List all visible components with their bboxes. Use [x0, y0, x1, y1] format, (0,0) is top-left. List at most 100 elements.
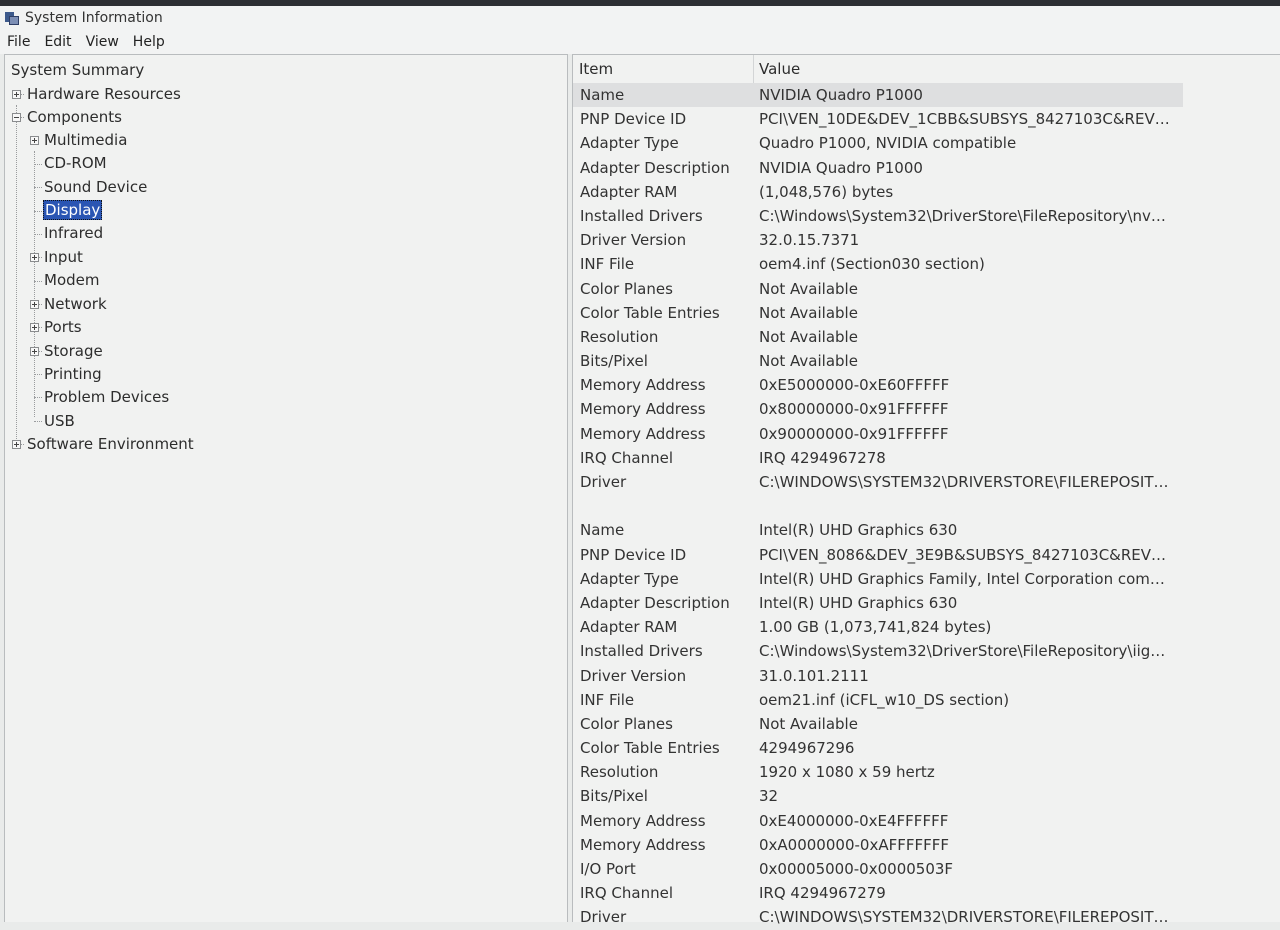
table-row[interactable]: Color Planes Not Available: [573, 712, 1280, 736]
row-item: Memory Address: [580, 400, 706, 419]
expand-plus-icon[interactable]: [12, 440, 21, 449]
row-value: 32: [759, 787, 779, 806]
table-row[interactable]: Driver C:\WINDOWS\SYSTEM32\DRIVERSTORE\FI…: [573, 905, 1280, 929]
row-item: Driver: [580, 908, 627, 927]
table-row[interactable]: Adapter Type Quadro P1000, NVIDIA compati…: [573, 131, 1280, 155]
expand-plus-icon[interactable]: [30, 300, 39, 309]
table-row[interactable]: Driver Version 32.0.15.7371: [573, 228, 1280, 252]
menu-edit[interactable]: Edit: [37, 34, 78, 50]
row-item: IRQ Channel: [580, 448, 674, 467]
tree-item-components[interactable]: Components: [26, 106, 123, 128]
table-row[interactable]: Adapter RAM 1.00 GB (1,073,741,824 bytes): [573, 615, 1280, 639]
menu-bar: File Edit View Help: [0, 30, 1280, 54]
row-value: 0xA0000000-0xAFFFFFFF: [759, 835, 949, 854]
table-row[interactable]: PNP Device ID PCI\VEN_10DE&DEV_1CBB&SUBSY…: [573, 107, 1280, 131]
table-row[interactable]: Installed Drivers C:\Windows\System32\Dri…: [573, 204, 1280, 228]
tree-item-problem-devices[interactable]: Problem Devices: [43, 386, 170, 408]
row-value: Intel(R) UHD Graphics 630: [759, 593, 958, 612]
row-value: 4294967296: [759, 739, 855, 758]
table-row[interactable]: IRQ Channel IRQ 4294967278: [573, 446, 1280, 470]
table-row[interactable]: Memory Address 0xE5000000-0xE60FFFFF: [573, 373, 1280, 397]
table-row[interactable]: Memory Address 0xE4000000-0xE4FFFFFF: [573, 809, 1280, 833]
row-item: Color Planes: [580, 714, 673, 733]
table-row[interactable]: Adapter RAM (1,048,576) bytes: [573, 180, 1280, 204]
tree-connector: [34, 187, 42, 188]
table-row[interactable]: Resolution Not Available: [573, 325, 1280, 349]
table-row[interactable]: Driver C:\WINDOWS\SYSTEM32\DRIVERSTORE\FI…: [573, 470, 1280, 494]
row-value: (1,048,576) bytes: [759, 182, 894, 201]
menu-file[interactable]: File: [0, 34, 37, 50]
column-header-value[interactable]: Value: [753, 55, 1183, 83]
table-row[interactable]: Installed Drivers C:\Windows\System32\Dri…: [573, 639, 1280, 663]
expand-plus-icon[interactable]: [12, 90, 21, 99]
tree-item-display[interactable]: Display: [43, 199, 103, 221]
tree-item-infrared[interactable]: Infrared: [43, 222, 104, 244]
row-item: Resolution: [580, 763, 659, 782]
tree-connector: [34, 281, 42, 282]
tree-item-printing[interactable]: Printing: [43, 363, 103, 385]
menu-help[interactable]: Help: [126, 34, 172, 50]
table-row[interactable]: INF File oem21.inf (iCFL_w10_DS section): [573, 688, 1280, 712]
table-row[interactable]: IRQ Channel IRQ 4294967279: [573, 881, 1280, 905]
tree-item-software-environment[interactable]: Software Environment: [26, 433, 195, 455]
details-pane[interactable]: Item Value Name NVIDIA Quadro P1000 PNP De…: [572, 54, 1280, 926]
tree-item-network[interactable]: Network: [43, 293, 108, 315]
window-title: System Information: [25, 10, 163, 26]
expand-plus-icon[interactable]: [30, 323, 39, 332]
table-row[interactable]: Memory Address 0xA0000000-0xAFFFFFFF: [573, 833, 1280, 857]
tree-item-label: Hardware Resources: [27, 85, 181, 103]
row-value: 0x90000000-0x91FFFFFF: [759, 424, 949, 443]
tree-item-multimedia[interactable]: Multimedia: [43, 129, 128, 151]
tree-item-label: Ports: [44, 318, 82, 336]
table-row[interactable]: Memory Address 0x80000000-0x91FFFFFF: [573, 397, 1280, 421]
table-row[interactable]: Memory Address 0x90000000-0x91FFFFFF: [573, 422, 1280, 446]
table-row[interactable]: Name Intel(R) UHD Graphics 630: [573, 518, 1280, 542]
tree-item-storage[interactable]: Storage: [43, 340, 104, 362]
row-item: Name: [580, 86, 625, 104]
menu-view[interactable]: View: [79, 34, 126, 50]
row-item: Memory Address: [580, 811, 706, 830]
row-value: Intel(R) UHD Graphics Family, Intel Corp…: [759, 569, 1173, 588]
blank-row[interactable]: [573, 494, 1280, 518]
row-item: Memory Address: [580, 376, 706, 395]
table-row[interactable]: INF File oem4.inf (Section030 section): [573, 252, 1280, 276]
tree-item-usb[interactable]: USB: [43, 410, 76, 432]
table-row[interactable]: PNP Device ID PCI\VEN_8086&DEV_3E9B&SUBSY…: [573, 543, 1280, 567]
table-row[interactable]: Color Planes Not Available: [573, 277, 1280, 301]
tree-item-sound-device[interactable]: Sound Device: [43, 176, 148, 198]
tree-connector: [34, 234, 42, 235]
row-value: IRQ 4294967279: [759, 884, 886, 903]
tree-item-modem[interactable]: Modem: [43, 269, 100, 291]
expand-plus-icon[interactable]: [30, 136, 39, 145]
row-value: C:\Windows\System32\DriverStore\FileRepo…: [759, 642, 1173, 661]
row-item: PNP Device ID: [580, 110, 687, 129]
table-row[interactable]: Color Table Entries Not Available: [573, 301, 1280, 325]
table-row[interactable]: Resolution 1920 x 1080 x 59 hertz: [573, 760, 1280, 784]
expand-plus-icon[interactable]: [30, 253, 39, 262]
row-value: 0xE5000000-0xE60FFFFF: [759, 376, 950, 395]
tree-item-cd-rom[interactable]: CD-ROM: [43, 152, 108, 174]
table-row[interactable]: Bits/Pixel 32: [573, 784, 1280, 808]
table-row[interactable]: Color Table Entries 4294967296: [573, 736, 1280, 760]
table-row[interactable]: Adapter Type Intel(R) UHD Graphics Family…: [573, 567, 1280, 591]
collapse-minus-icon[interactable]: [12, 113, 21, 122]
table-row[interactable]: I/O Port 0x00005000-0x0000503F: [573, 857, 1280, 881]
table-row[interactable]: Driver Version 31.0.101.2111: [573, 664, 1280, 688]
tree-item-input[interactable]: Input: [43, 246, 84, 268]
table-row[interactable]: Adapter Description Intel(R) UHD Graphics…: [573, 591, 1280, 615]
system-information-icon: [5, 11, 19, 25]
category-tree-pane[interactable]: System Summary Hardware Resources Compon…: [4, 54, 568, 922]
column-header-item[interactable]: Item: [573, 55, 753, 83]
tree-item-hardware-resources[interactable]: Hardware Resources: [26, 83, 182, 105]
row-item: Memory Address: [580, 835, 706, 854]
table-row[interactable]: Bits/Pixel Not Available: [573, 349, 1280, 373]
row-item: Color Planes: [580, 279, 673, 298]
tree-item-label: Printing: [44, 365, 102, 383]
tree-item-system-summary[interactable]: System Summary: [10, 59, 145, 81]
tree-item-label: Storage: [44, 342, 103, 360]
tree-item-ports[interactable]: Ports: [43, 316, 83, 338]
expand-plus-icon[interactable]: [30, 347, 39, 356]
table-row[interactable]: Adapter Description NVIDIA Quadro P1000: [573, 156, 1280, 180]
tree-item-label: Multimedia: [44, 131, 128, 149]
table-row[interactable]: Name NVIDIA Quadro P1000: [573, 83, 1183, 108]
